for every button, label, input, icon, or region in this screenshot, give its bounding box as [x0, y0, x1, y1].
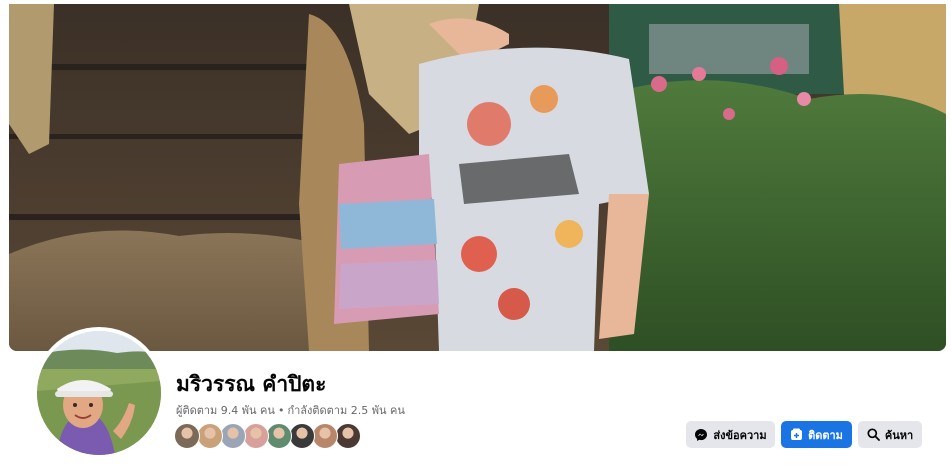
search-button[interactable]: ค้นหา [858, 421, 922, 448]
friend-avatar[interactable] [220, 423, 246, 449]
followers-count[interactable]: ผู้ติดตาม 9.4 พัน คน [176, 404, 275, 417]
follow-button[interactable]: ติดตาม [781, 421, 852, 448]
following-count[interactable]: กำลังติดตาม 2.5 พัน คน [287, 404, 404, 417]
friend-avatar[interactable] [289, 423, 315, 449]
friend-avatar[interactable] [174, 423, 200, 449]
message-button[interactable]: ส่งข้อความ [686, 421, 775, 448]
friend-avatars [174, 423, 361, 449]
message-button-label: ส่งข้อความ [713, 428, 767, 442]
profile-name: มริวรรณ คำปิตะ [176, 372, 327, 396]
follow-button-label: ติดตาม [808, 428, 843, 442]
cover-photo[interactable] [9, 4, 946, 351]
avatar-image [37, 331, 161, 455]
friend-avatar[interactable] [335, 423, 361, 449]
friend-avatar[interactable] [197, 423, 223, 449]
messenger-icon [695, 428, 708, 441]
follow-stats: ผู้ติดตาม 9.4 พัน คน • กำลังติดตาม 2.5 พัน… [176, 401, 405, 419]
friend-avatar[interactable] [266, 423, 292, 449]
friend-avatar[interactable] [243, 423, 269, 449]
friend-avatar[interactable] [312, 423, 338, 449]
search-icon [867, 428, 880, 441]
search-button-label: ค้นหา [884, 428, 914, 442]
cover-photo-image [9, 4, 946, 351]
follow-icon [791, 428, 803, 440]
profile-avatar[interactable] [33, 327, 165, 459]
stats-separator: • [277, 404, 285, 417]
